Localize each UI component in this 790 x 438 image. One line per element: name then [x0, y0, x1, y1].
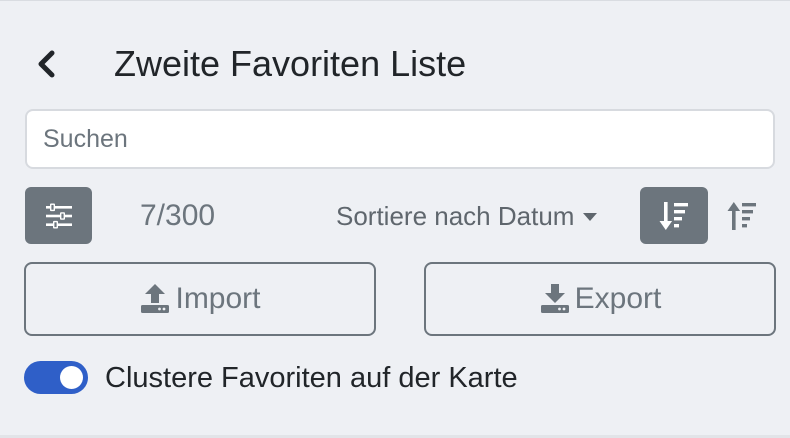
import-button[interactable]: Import	[24, 262, 376, 336]
toggle-knob	[60, 366, 83, 389]
cluster-toggle[interactable]	[24, 361, 88, 394]
search-field[interactable]	[25, 109, 775, 169]
sort-dropdown[interactable]: Sortiere nach Datum	[336, 199, 598, 233]
import-label: Import	[175, 282, 261, 315]
cluster-toggle-label: Clustere Favoriten auf der Karte	[105, 362, 518, 394]
sort-descending-button[interactable]	[640, 187, 708, 244]
caret-down-icon	[583, 213, 598, 221]
export-label: Export	[574, 282, 662, 315]
back-button[interactable]	[26, 42, 68, 86]
search-input[interactable]	[27, 111, 773, 167]
export-button[interactable]: Export	[424, 262, 776, 336]
filter-button[interactable]	[25, 187, 92, 244]
page-title: Zweite Favoriten Liste	[114, 43, 467, 84]
top-divider	[0, 0, 790, 1]
sort-dropdown-label: Sortiere nach Datum	[336, 201, 575, 231]
upload-icon	[139, 282, 171, 314]
download-icon	[539, 282, 571, 314]
sort-descending-icon	[659, 201, 688, 230]
sort-ascending-icon	[727, 201, 756, 230]
sliders-icon	[45, 203, 72, 228]
sort-ascending-button[interactable]	[718, 187, 766, 244]
chevron-left-icon	[38, 50, 55, 78]
favorites-count: 7/300	[140, 199, 216, 232]
